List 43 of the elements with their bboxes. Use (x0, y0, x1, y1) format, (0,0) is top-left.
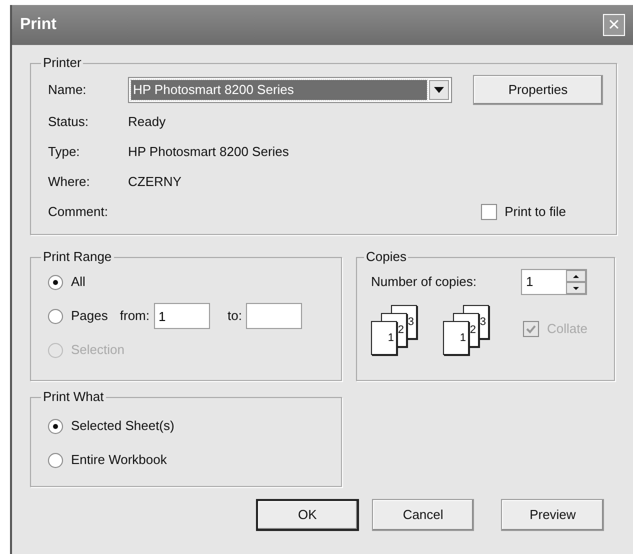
copies-spinner[interactable]: 1 (521, 269, 587, 295)
radio-button[interactable] (48, 308, 63, 324)
checkmark-icon (526, 324, 536, 334)
field-value: Ready (128, 113, 166, 132)
window-title: Print (20, 15, 56, 35)
checkbox[interactable] (480, 204, 497, 220)
dialog-button[interactable]: OK (256, 499, 359, 531)
field-label: Where: (48, 173, 91, 192)
group-label: Print What (42, 389, 105, 405)
field-label: Number of copies: (371, 273, 478, 292)
checkbox-label: Print to file (504, 203, 566, 222)
group-label: Printer (42, 55, 82, 71)
radio-button[interactable] (48, 274, 63, 290)
properties-button[interactable]: Properties (473, 75, 603, 105)
page-sheet: 1 (371, 321, 397, 355)
radio-label: Selected Sheet(s) (71, 417, 174, 436)
page-sheet: 1 (443, 321, 469, 355)
field-label: Status: (48, 113, 90, 132)
from-field[interactable]: 1 (154, 303, 210, 329)
radio-label: All (71, 273, 86, 292)
group-label: Copies (365, 249, 408, 265)
radio-label: Entire Workbook (71, 451, 167, 470)
checkbox-label: Collate (547, 320, 588, 338)
selected-printer: HP Photosmart 8200 Series (131, 80, 427, 100)
dialog-button[interactable]: Cancel (372, 499, 474, 531)
field-value: HP Photosmart 8200 Series (128, 143, 289, 162)
group-label: Print Range (42, 249, 113, 265)
radio-button[interactable] (48, 418, 63, 434)
field-label: to: (228, 307, 242, 326)
radio-label: Pages (71, 307, 108, 326)
field-label: Type: (48, 143, 81, 162)
radio-button[interactable] (48, 452, 63, 468)
spin-down-icon[interactable] (566, 282, 586, 294)
printer-dropdown[interactable]: HP Photosmart 8200 Series (128, 77, 452, 103)
spin-up-icon[interactable] (566, 270, 586, 282)
field-value: CZERNY (128, 173, 182, 192)
to-field[interactable] (246, 303, 302, 329)
dialog-button[interactable]: Preview (501, 499, 604, 531)
radio-label: Selection (71, 341, 124, 360)
field-label: Name: (48, 81, 88, 100)
field-label: from: (120, 307, 150, 326)
field-label: Comment: (48, 203, 109, 222)
copies-value: 1 (525, 273, 534, 291)
